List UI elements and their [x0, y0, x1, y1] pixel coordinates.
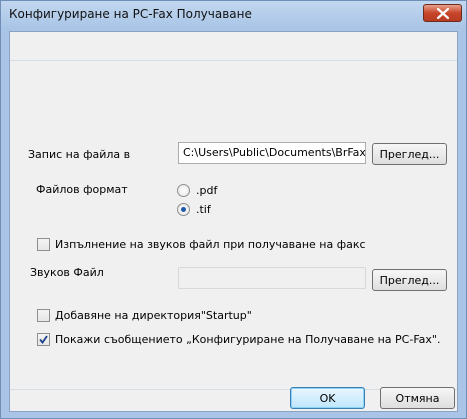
file-format-label: Файлов формат: [36, 183, 128, 196]
ok-button[interactable]: OK: [290, 387, 365, 409]
cancel-button[interactable]: Отмяна: [380, 387, 455, 409]
close-button[interactable]: [423, 4, 462, 22]
startup-checkbox[interactable]: [37, 309, 50, 322]
window-title: Конфигуриране на PC-Fax Получаване: [9, 7, 252, 21]
pdf-radio-label[interactable]: .pdf: [196, 184, 217, 197]
save-path-input[interactable]: C:\Users\Public\Documents\BrFaxF: [178, 142, 366, 164]
startup-label[interactable]: Добавяне на директория"Startup": [55, 309, 252, 322]
browse-sound-button[interactable]: Преглед...: [372, 269, 447, 291]
sound-file-input[interactable]: [178, 267, 366, 289]
show-message-checkbox[interactable]: [37, 333, 50, 346]
show-message-label[interactable]: Покажи съобщението „Конфигуриране на Пол…: [55, 333, 440, 346]
close-icon: [437, 8, 449, 19]
sound-file-label: Звуков Файл: [30, 266, 104, 279]
play-sound-checkbox[interactable]: [37, 238, 50, 251]
pdf-radio[interactable]: [177, 184, 190, 197]
play-sound-label[interactable]: Изпълнение на звуков файл при получаване…: [55, 238, 366, 251]
save-to-label: Запис на файла в: [28, 148, 131, 161]
dialog-client-area: Запис на файла в C:\Users\Public\Documen…: [9, 31, 458, 412]
dialog-window: Конфигуриране на PC-Fax Получаване Запис…: [0, 0, 467, 419]
tif-radio-label[interactable]: .tif: [196, 203, 211, 216]
settings-panel: Запис на файла в C:\Users\Public\Documen…: [10, 60, 457, 390]
browse-folder-button[interactable]: Преглед...: [372, 143, 447, 165]
checkmark-icon: [39, 335, 48, 344]
tif-radio[interactable]: [177, 203, 190, 216]
title-bar[interactable]: Конфигуриране на PC-Fax Получаване: [1, 1, 466, 29]
